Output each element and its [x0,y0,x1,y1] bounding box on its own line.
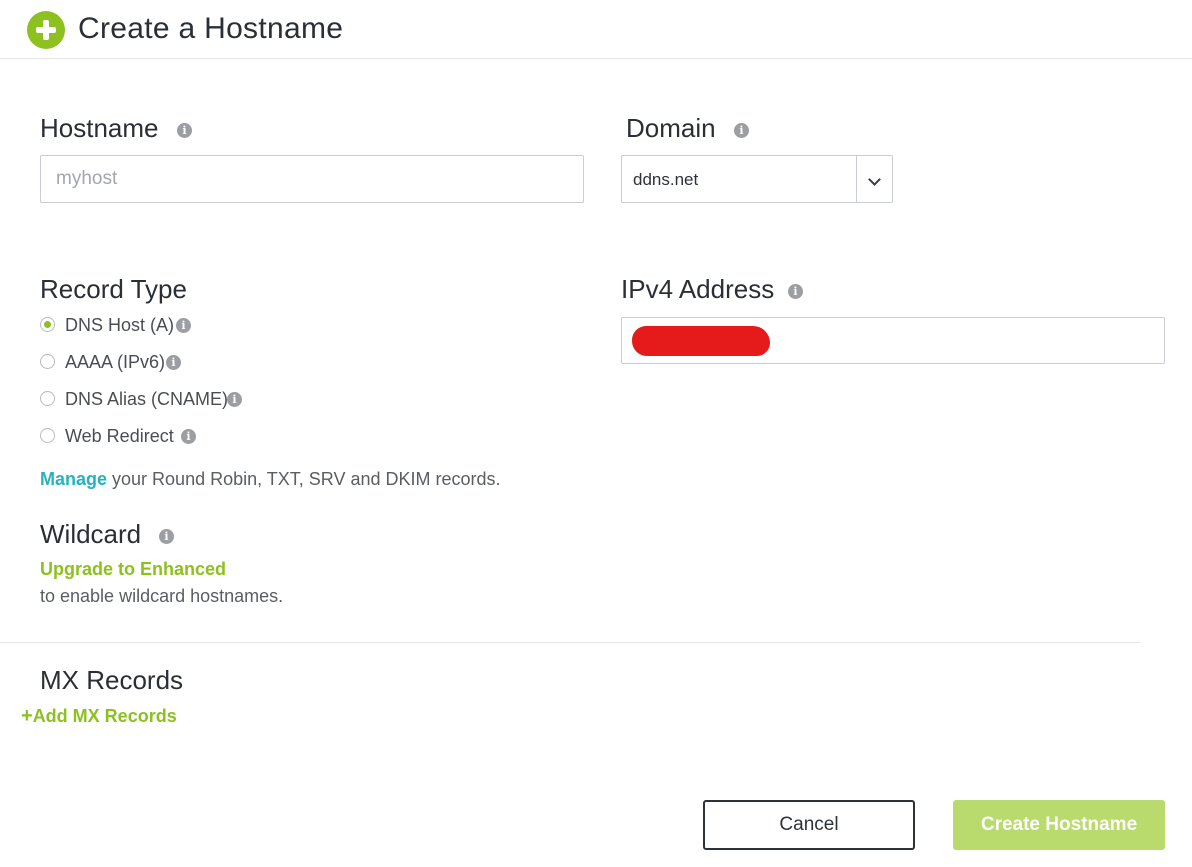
record-type-label: Record Type [40,274,187,304]
hostname-info-icon[interactable]: i [177,123,192,138]
info-icon[interactable]: i [227,392,242,407]
redacted-ip-scribble [632,326,770,356]
page-title: Create a Hostname [78,12,344,45]
radio-button[interactable] [40,428,55,443]
plus-icon: + [21,705,33,727]
wildcard-label: Wildcard [40,519,142,549]
radio-label: DNS Host (A) [65,315,175,335]
radio-button[interactable] [40,391,55,406]
hostname-input[interactable] [40,155,584,203]
domain-label: Domain [626,113,716,143]
add-mx-label: Add MX Records [32,706,177,726]
add-mx-records-link[interactable]: +Add MX Records [21,705,177,728]
manage-records-text: Manage your Round Robin, TXT, SRV and DK… [40,469,501,490]
create-hostname-page: Create a Hostname Hostname i Domain i dd… [0,0,1192,867]
plus-circle-icon [27,11,65,49]
wildcard-info-icon[interactable]: i [159,529,174,544]
wildcard-note: to enable wildcard hostnames. [40,586,284,606]
info-icon[interactable]: i [176,318,191,333]
hostname-label: Hostname [40,113,159,143]
radio-label: Web Redirect [65,426,174,446]
page-header: Create a Hostname [0,0,1192,59]
radio-label: AAAA (IPv6) [65,352,166,372]
upgrade-enhanced-link[interactable]: Upgrade to Enhanced [40,559,226,580]
info-icon[interactable]: i [181,429,196,444]
ipv4-label: IPv4 Address [621,274,775,304]
section-divider [0,642,1140,643]
domain-select-value: ddns.net [633,170,699,189]
create-hostname-button[interactable]: Create Hostname [953,800,1165,850]
select-divider [856,156,857,202]
cancel-button[interactable]: Cancel [703,800,915,850]
domain-select[interactable]: ddns.net [621,155,893,203]
domain-info-icon[interactable]: i [734,123,749,138]
radio-button-checked[interactable] [40,317,55,332]
info-icon[interactable]: i [166,355,181,370]
ipv4-info-icon[interactable]: i [788,284,803,299]
radio-button[interactable] [40,354,55,369]
manage-link[interactable]: Manage [40,469,107,489]
mx-records-label: MX Records [40,665,184,695]
radio-label: DNS Alias (CNAME) [65,389,229,409]
manage-description: your Round Robin, TXT, SRV and DKIM reco… [107,469,501,489]
chevron-down-icon [868,173,881,186]
